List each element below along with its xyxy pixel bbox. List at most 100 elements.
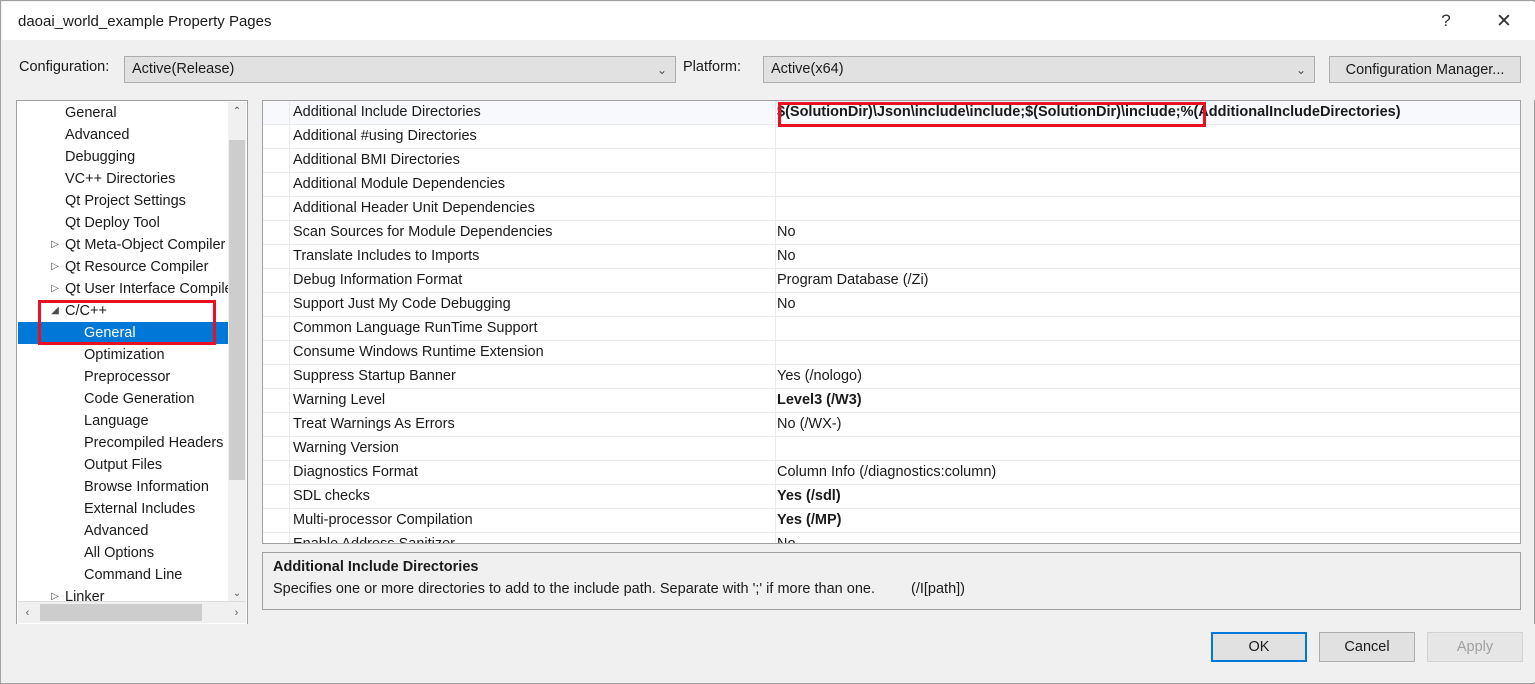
tree-item-browse-information[interactable]: Browse Information [18, 476, 230, 498]
cancel-button[interactable]: Cancel [1319, 632, 1415, 662]
property-name: Multi-processor Compilation [293, 512, 473, 528]
property-row[interactable]: Multi-processor Compilation Yes (/MP) [263, 509, 1520, 533]
property-row[interactable]: Additional #using Directories [263, 125, 1520, 149]
row-gutter [263, 125, 290, 148]
property-value[interactable]: $(SolutionDir)\Json\include\include;$(So… [777, 101, 1401, 124]
column-divider [775, 293, 776, 316]
tree-item-advanced[interactable]: Advanced [18, 520, 230, 542]
tree-item-all-options[interactable]: All Options [18, 542, 230, 564]
property-value[interactable]: No [777, 533, 796, 543]
expanded-triangle-icon[interactable]: ◢ [48, 300, 62, 322]
property-name: Enable Address Sanitizer [293, 536, 456, 544]
tree-horizontal-scrollbar[interactable]: ‹ › [18, 601, 246, 623]
property-value[interactable]: No [777, 221, 796, 244]
property-value[interactable]: Yes (/sdl) [777, 485, 841, 508]
tree-item-qt-user-interface-compiler[interactable]: ▷ Qt User Interface Compiler [18, 278, 230, 300]
scroll-right-icon[interactable]: › [227, 602, 246, 623]
column-divider [775, 341, 776, 364]
property-value[interactable]: Yes (/MP) [777, 509, 841, 532]
collapsed-triangle-icon[interactable]: ▷ [48, 256, 62, 278]
ok-button[interactable]: OK [1211, 632, 1307, 662]
property-row[interactable]: Additional BMI Directories [263, 149, 1520, 173]
tree-item-command-line[interactable]: Command Line [18, 564, 230, 586]
property-row[interactable]: Scan Sources for Module Dependencies No [263, 221, 1520, 245]
configuration-dropdown[interactable]: Active(Release) ⌄ [124, 56, 676, 83]
column-divider [775, 221, 776, 244]
property-name: Additional BMI Directories [293, 152, 460, 168]
collapsed-triangle-icon[interactable]: ▷ [48, 234, 62, 256]
row-gutter [263, 173, 290, 196]
tree-item-code-generation[interactable]: Code Generation [18, 388, 230, 410]
help-icon[interactable]: ? [1423, 2, 1469, 40]
tree-item-qt-project-settings[interactable]: Qt Project Settings [18, 190, 230, 212]
column-divider [775, 365, 776, 388]
property-row[interactable]: Consume Windows Runtime Extension [263, 341, 1520, 365]
tree-item-precompiled-headers[interactable]: Precompiled Headers [18, 432, 230, 454]
property-row[interactable]: Support Just My Code Debugging No [263, 293, 1520, 317]
property-name: SDL checks [293, 488, 370, 504]
property-name: Additional #using Directories [293, 128, 477, 144]
tree-item-label: Qt Project Settings [65, 193, 186, 209]
property-row[interactable]: Treat Warnings As Errors No (/WX-) [263, 413, 1520, 437]
column-divider [775, 509, 776, 532]
tree-item-qt-meta-object-compiler[interactable]: ▷ Qt Meta-Object Compiler [18, 234, 230, 256]
tree-item-preprocessor[interactable]: Preprocessor [18, 366, 230, 388]
tree-item-linker[interactable]: ▷ Linker [18, 586, 230, 602]
tree-item-label: Browse Information [84, 479, 209, 495]
property-value[interactable]: No [777, 293, 796, 316]
property-row[interactable]: Additional Module Dependencies [263, 173, 1520, 197]
property-value[interactable]: No [777, 245, 796, 268]
property-value[interactable]: Yes (/nologo) [777, 365, 862, 388]
tree-vertical-scroll-thumb[interactable] [229, 140, 245, 480]
tree-item-external-includes[interactable]: External Includes [18, 498, 230, 520]
property-value[interactable]: No (/WX-) [777, 413, 841, 436]
tree-vertical-scrollbar[interactable]: ⌃ ⌄ [228, 102, 246, 602]
close-icon[interactable]: ✕ [1481, 2, 1527, 40]
property-row[interactable]: Suppress Startup Banner Yes (/nologo) [263, 365, 1520, 389]
tree-item-general[interactable]: General [18, 102, 230, 124]
property-row[interactable]: Common Language RunTime Support [263, 317, 1520, 341]
tree-item-advanced[interactable]: Advanced [18, 124, 230, 146]
property-row[interactable]: Diagnostics Format Column Info (/diagnost… [263, 461, 1520, 485]
property-name: Treat Warnings As Errors [293, 416, 455, 432]
property-name: Additional Header Unit Dependencies [293, 200, 535, 216]
property-row[interactable]: SDL checks Yes (/sdl) [263, 485, 1520, 509]
tree-item-general[interactable]: General [18, 322, 230, 344]
tree-item-language[interactable]: Language [18, 410, 230, 432]
scroll-down-icon[interactable]: ⌄ [228, 584, 246, 602]
property-row[interactable]: Translate Includes to Imports No [263, 245, 1520, 269]
property-value[interactable]: Column Info (/diagnostics:column) [777, 461, 996, 484]
tree-horizontal-scroll-thumb[interactable] [40, 604, 202, 621]
tree-item-output-files[interactable]: Output Files [18, 454, 230, 476]
tree-item-qt-resource-compiler[interactable]: ▷ Qt Resource Compiler [18, 256, 230, 278]
property-row[interactable]: Enable Address Sanitizer No [263, 533, 1520, 544]
tree-item-qt-deploy-tool[interactable]: Qt Deploy Tool [18, 212, 230, 234]
property-row[interactable]: Additional Header Unit Dependencies [263, 197, 1520, 221]
platform-dropdown[interactable]: Active(x64) ⌄ [763, 56, 1315, 83]
tree-item-debugging[interactable]: Debugging [18, 146, 230, 168]
tree-item-vc-directories[interactable]: VC++ Directories [18, 168, 230, 190]
tree-item-label: Advanced [84, 523, 149, 539]
property-row[interactable]: Debug Information Format Program Database… [263, 269, 1520, 293]
property-row[interactable]: Warning Level Level3 (/W3) [263, 389, 1520, 413]
property-value[interactable]: Level3 (/W3) [777, 389, 862, 412]
property-row[interactable]: Additional Include Directories $(Solution… [263, 101, 1520, 125]
collapsed-triangle-icon[interactable]: ▷ [48, 586, 62, 602]
property-row[interactable]: Warning Version [263, 437, 1520, 461]
property-value[interactable]: Program Database (/Zi) [777, 269, 929, 292]
tree-item-optimization[interactable]: Optimization [18, 344, 230, 366]
column-divider [775, 101, 776, 124]
scroll-up-icon[interactable]: ⌃ [228, 102, 246, 120]
scroll-left-icon[interactable]: ‹ [18, 602, 37, 623]
tree-item-label: Qt Deploy Tool [65, 215, 160, 231]
tree-item-c-c[interactable]: ◢ C/C++ [18, 300, 230, 322]
configuration-manager-button[interactable]: Configuration Manager... [1329, 56, 1521, 83]
tree-item-label: Output Files [84, 457, 163, 473]
collapsed-triangle-icon[interactable]: ▷ [48, 278, 62, 300]
property-name: Warning Level [293, 392, 386, 408]
tree-item-label: General [65, 105, 117, 121]
